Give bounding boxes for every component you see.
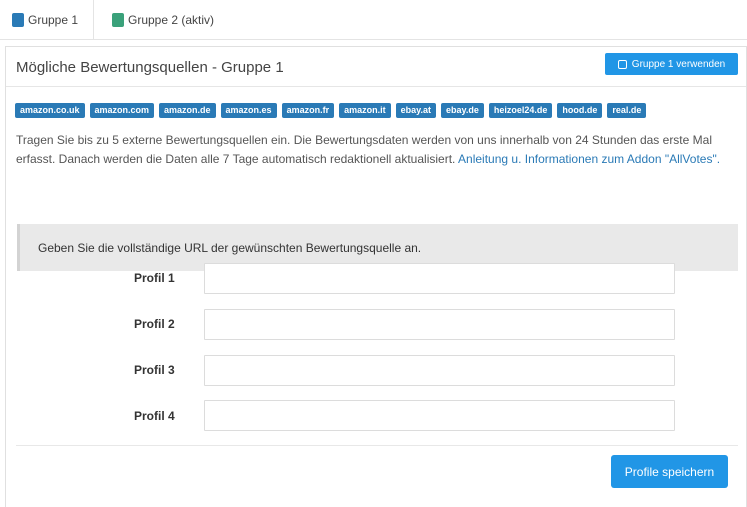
group-tabs: Gruppe 1 Gruppe 2 (aktiv) bbox=[0, 0, 747, 40]
profile-1-label: Profil 1 bbox=[134, 271, 175, 285]
source-badge: ebay.de bbox=[440, 103, 484, 118]
addon-info-link[interactable]: Anleitung u. Informationen zum Addon "Al… bbox=[458, 152, 720, 166]
profile-2-label: Profil 2 bbox=[134, 317, 175, 331]
source-badge: ebay.at bbox=[395, 103, 436, 118]
panel-title: Mögliche Bewertungsquellen - Gruppe 1 bbox=[16, 59, 284, 76]
source-badge: amazon.de bbox=[159, 103, 216, 118]
source-badge: amazon.it bbox=[339, 103, 391, 118]
panel-header: Mögliche Bewertungsquellen - Gruppe 1 Gr… bbox=[6, 47, 746, 87]
tab-gruppe-1[interactable]: Gruppe 1 bbox=[6, 0, 94, 39]
rating-sources-panel: Mögliche Bewertungsquellen - Gruppe 1 Gr… bbox=[5, 46, 747, 507]
tab-label: Gruppe 2 (aktiv) bbox=[128, 12, 215, 27]
tab-label: Gruppe 1 bbox=[28, 12, 79, 27]
profile-2-input[interactable] bbox=[204, 309, 675, 340]
group-1-color-icon bbox=[12, 12, 24, 27]
profile-3-input[interactable] bbox=[204, 355, 675, 386]
use-group-1-label: Gruppe 1 verwenden bbox=[631, 58, 726, 70]
source-badge: amazon.fr bbox=[281, 103, 335, 118]
source-badge: real.de bbox=[607, 103, 647, 118]
source-badge: amazon.co.uk bbox=[15, 103, 85, 118]
profile-4-input[interactable] bbox=[204, 400, 675, 431]
profile-1-input[interactable] bbox=[204, 263, 675, 294]
source-badge: amazon.es bbox=[220, 103, 277, 118]
source-badge: hood.de bbox=[557, 103, 603, 118]
divider bbox=[16, 445, 738, 446]
source-badge: heizoel24.de bbox=[488, 103, 553, 118]
checkbox-icon bbox=[617, 59, 627, 69]
source-badge: amazon.com bbox=[89, 103, 155, 118]
profile-3-label: Profil 3 bbox=[134, 363, 175, 377]
source-badges: amazon.co.uk amazon.com amazon.de amazon… bbox=[15, 103, 647, 118]
group-2-color-icon bbox=[112, 12, 124, 27]
use-group-1-button[interactable]: Gruppe 1 verwenden bbox=[605, 53, 738, 75]
description: Tragen Sie bis zu 5 externe Bewertungsqu… bbox=[16, 131, 740, 169]
profile-4-label: Profil 4 bbox=[134, 409, 175, 423]
save-profiles-button[interactable]: Profile speichern bbox=[611, 455, 728, 488]
tab-gruppe-2[interactable]: Gruppe 2 (aktiv) bbox=[112, 0, 214, 39]
